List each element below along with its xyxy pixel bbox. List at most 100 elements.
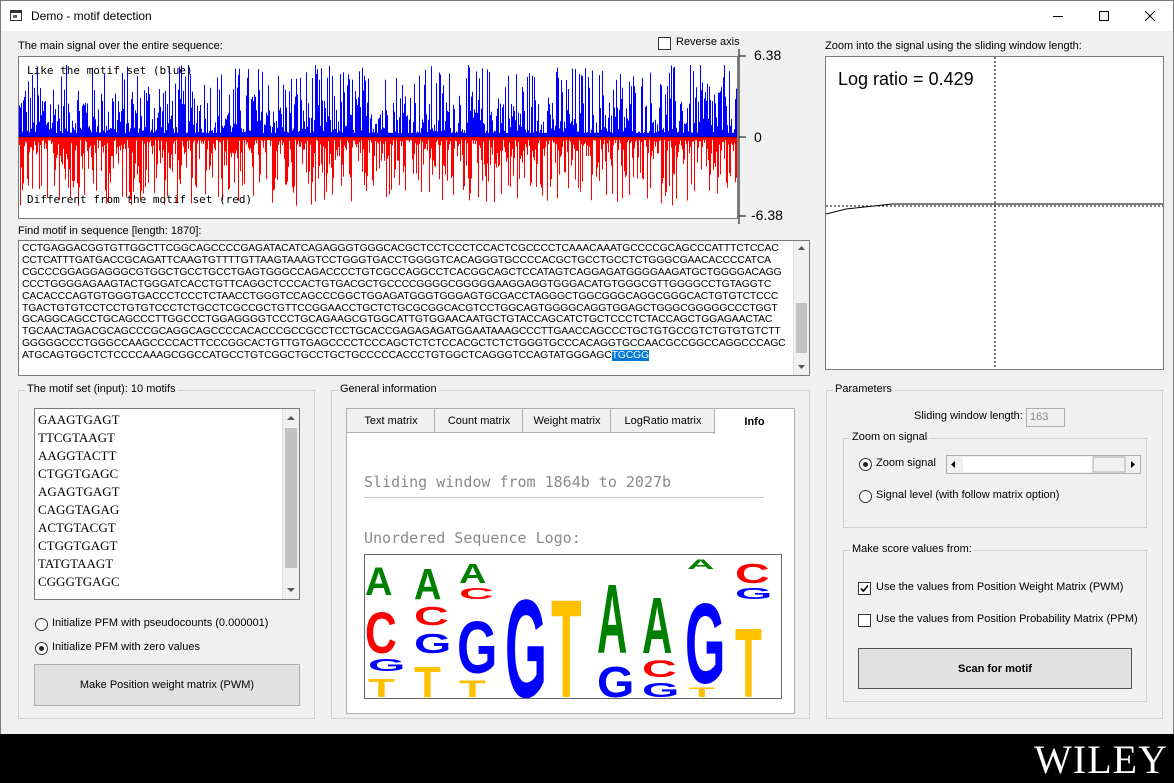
make-pwm-button[interactable]: Make Position weight matrix (PWM)	[34, 664, 300, 706]
signal-y-axis	[738, 49, 746, 224]
sequence-line: GCAGGCAGCCTGCAGCCCTTGGCCCTGGAGGGGTCCCTGC…	[22, 314, 773, 326]
tab-info[interactable]: Info	[714, 408, 795, 434]
sequence-text[interactable]: CCTGAGGACGGTGTTGGCTTCGGCAGCCCCGAGATACATC…	[22, 243, 794, 362]
logo-letter: C	[414, 602, 449, 631]
log-ratio-text: Log ratio = 0.429	[838, 69, 974, 89]
close-button[interactable]	[1127, 1, 1173, 31]
motif-item[interactable]: AGAGTGAGT	[38, 484, 120, 500]
minimize-icon	[1053, 16, 1063, 17]
signal-plot[interactable]: Like the motif set (blue) Different from…	[18, 56, 738, 219]
sequence-scroll-arrows	[796, 246, 807, 369]
tab-count-matrix[interactable]: Count matrix	[434, 408, 524, 434]
motif-scroll-arrows	[285, 416, 297, 592]
motif-item[interactable]: CTGGTGAGC	[38, 466, 118, 482]
logo-column-9: C G T	[735, 558, 772, 698]
zoom-plot[interactable]: Log ratio = 0.429	[825, 56, 1164, 370]
title-bar[interactable]: Demo - motif detection	[1, 1, 1173, 31]
ppm-checkbox[interactable]	[858, 614, 871, 627]
motif-scrollbar[interactable]	[282, 409, 299, 599]
init-pseudocounts-label[interactable]: Initialize PFM with pseudocounts (0.0000…	[52, 617, 268, 629]
zoom-slider[interactable]	[946, 455, 1141, 474]
zoom-on-signal-group: Zoom on signal	[843, 431, 1147, 528]
logo-letter: T	[459, 675, 486, 698]
signal-level-label[interactable]: Signal level (with follow matrix option)	[876, 489, 1059, 501]
zoom-signal-label[interactable]: Zoom signal	[876, 457, 936, 469]
signal-level-radio[interactable]	[859, 490, 872, 503]
sequence-line: CCCTGGGGAGAAGTACTGGGATCACCTGTTCAGGCTCCCA…	[22, 278, 772, 290]
window-range-text: Sliding window from 1864b to 2027b	[364, 473, 672, 491]
sliding-window-label: Sliding window length:	[914, 410, 1023, 422]
motif-item[interactable]: GAAGTGAGT	[38, 412, 120, 428]
motif-set-label: The motif set (input): 10 motifs	[25, 383, 178, 395]
logo-letter: T	[689, 684, 715, 698]
sequence-line: ATGCAGTGGCTCTCCCCAAAGCGGCCATGCCTGTCGGCTG…	[22, 350, 649, 362]
logo-column-2: A C G T	[414, 559, 451, 698]
close-icon	[1145, 11, 1155, 21]
signal-plot-label: The main signal over the entire sequence…	[18, 40, 223, 52]
logo-letter: A	[365, 560, 392, 604]
logo-column-3: A C G T	[457, 559, 497, 698]
general-info-label: General information	[338, 383, 439, 395]
logo-column-4: G	[505, 572, 547, 698]
sliding-window-input[interactable]: 163	[1026, 408, 1065, 427]
logo-letter: G	[368, 655, 405, 675]
init-pseudocounts-radio[interactable]	[35, 618, 48, 631]
checkmark-icon	[860, 584, 869, 593]
logo-title: Unordered Sequence Logo:	[364, 529, 581, 547]
reverse-axis-checkbox[interactable]	[658, 37, 671, 50]
logo-column-5: T	[551, 572, 582, 698]
logo-letter: T	[735, 609, 762, 698]
zoom-signal-radio[interactable]	[859, 458, 872, 471]
minimize-button[interactable]	[1035, 1, 1081, 31]
logo-column-7: A C G	[642, 580, 679, 698]
logo-letter: G	[642, 679, 679, 698]
logo-letter: T	[368, 673, 395, 698]
ppm-label[interactable]: Use the values from Position Probability…	[876, 613, 1138, 625]
footer-bar	[0, 734, 1174, 783]
zoom-on-signal-label: Zoom on signal	[850, 431, 930, 443]
y-min-label: -6.38	[751, 207, 783, 223]
sequence-logo: A C G T A C G T A C G T G T A G A C G A …	[364, 554, 782, 699]
info-tab-panel: Sliding window from 1864b to 2027b Unord…	[346, 432, 795, 714]
motif-item[interactable]: ACTGTACGT	[38, 520, 116, 536]
tab-weight-matrix[interactable]: Weight matrix	[522, 408, 612, 434]
motif-item[interactable]: CGGGTGAGC	[38, 574, 120, 590]
sequence-textbox[interactable]: CCTGAGGACGGTGTTGGCTTCGGCAGCCCCGAGATACATC…	[18, 240, 810, 376]
window-title: Demo - motif detection	[31, 9, 152, 23]
reverse-axis-label[interactable]: Reverse axis	[676, 36, 740, 48]
sequence-line: CCTCATTTGATGACCGCAGATTCAAGTGTTTTGTTAAGTA…	[22, 254, 771, 266]
y-max-label: 6.38	[754, 47, 782, 63]
logo-letter: T	[414, 658, 441, 698]
wiley-logo: WILEY	[1034, 737, 1168, 782]
motif-item[interactable]: CTGGTGAGT	[38, 538, 117, 554]
motif-item[interactable]: AAGGTACTT	[38, 448, 116, 464]
sequence-line: CGCCCGGAGGAGGGCGTGGCTGCCTGCCTGAGTGGGCCAG…	[22, 266, 782, 278]
init-zero-label[interactable]: Initialize PFM with zero values	[52, 641, 200, 653]
zoom-plot-lines	[826, 57, 1163, 369]
pwm-label[interactable]: Use the values from Position Weight Matr…	[876, 581, 1123, 593]
init-zero-radio[interactable]	[35, 642, 48, 655]
motif-listbox[interactable]: GAAGTGAGT TTCGTAAGT AAGGTACTT CTGGTGAGC AGAG…	[34, 408, 300, 600]
motif-item[interactable]: TTCGTAAGT	[38, 430, 115, 446]
logo-column-8: A G T	[685, 557, 725, 698]
y-zero-label: 0	[754, 129, 762, 145]
app-icon	[10, 10, 22, 21]
tab-logratio-matrix[interactable]: LogRatio matrix	[610, 408, 716, 434]
motif-item[interactable]: TATGTAAGT	[38, 556, 113, 572]
logo-letter: G	[505, 572, 547, 698]
tab-text-matrix[interactable]: Text matrix	[346, 408, 436, 434]
sequence-line: TGACTGTGTCCTCCTGTGTCCCTCTGCCTCGCCGCTGTTC…	[22, 302, 778, 314]
sequence-label: Find motif in sequence [length: 1870]:	[18, 225, 202, 237]
app-window: Demo - motif detection The main signal o…	[0, 0, 1174, 735]
sequence-scrollbar[interactable]	[793, 241, 809, 375]
maximize-icon	[1099, 11, 1109, 21]
sequence-line: GGGGGCCCTGGGCCAAGCCCCACTTCCCGGCACTGTTGTG…	[22, 338, 786, 350]
zoom-slider-graphics	[951, 456, 1135, 473]
maximize-button[interactable]	[1081, 1, 1127, 31]
pwm-checkbox[interactable]	[858, 582, 871, 595]
scan-for-motif-button[interactable]: Scan for motif	[858, 648, 1132, 689]
motif-item[interactable]: CAGGTAGAG	[38, 502, 119, 518]
signal-top-text: Like the motif set (blue)	[27, 64, 193, 77]
logo-letter: G	[414, 628, 451, 659]
logo-letter: A	[687, 557, 714, 573]
